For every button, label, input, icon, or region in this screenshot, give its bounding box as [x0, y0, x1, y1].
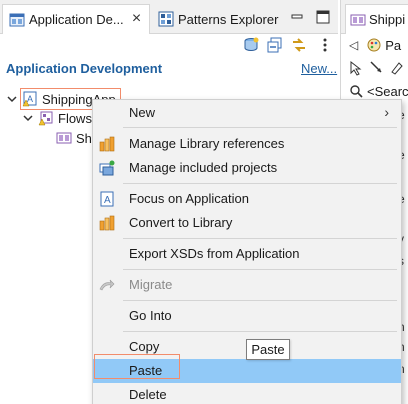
chevron-left-icon[interactable]: ◁ — [349, 38, 358, 52]
tab-shipping-editor[interactable]: Shippi — [345, 4, 408, 34]
palette-toolbar: ◁ Pa — [341, 34, 408, 56]
tree-item-message-flow[interactable]: Sh — [56, 128, 92, 148]
application-icon: A — [100, 191, 114, 207]
menu-item-label: Go Into — [129, 308, 172, 323]
palette-tools — [341, 57, 408, 79]
view-tab-bar: Application De... × Patterns Explorer — [0, 0, 338, 34]
menu-item-label: Export XSDs from Application — [129, 246, 300, 261]
menu-item-manage-included-projects[interactable]: Manage included projects — [93, 156, 401, 180]
new-application-icon[interactable] — [242, 36, 260, 54]
menu-item-migrate: Migrate — [93, 273, 401, 297]
palette-label: Pa — [385, 37, 402, 53]
menu-separator — [123, 300, 397, 301]
connection-tool-icon[interactable] — [369, 60, 385, 76]
migrate-icon — [99, 279, 115, 291]
menu-item-go-into[interactable]: Go Into — [93, 304, 401, 328]
paste-highlight-outline — [94, 354, 180, 379]
view-menu-icon[interactable] — [316, 36, 334, 54]
menu-item-delete[interactable]: Delete — [93, 383, 401, 404]
patterns-icon — [158, 11, 174, 27]
tree-item-label: Flows — [58, 110, 92, 126]
message-flow-icon — [56, 132, 72, 144]
folder-warning-icon — [38, 111, 53, 126]
menu-item-label: Convert to Library — [129, 215, 233, 230]
tab-patterns-explorer[interactable]: Patterns Explorer — [152, 4, 292, 34]
close-icon[interactable]: × — [130, 11, 143, 27]
menu-separator — [123, 269, 397, 270]
menu-item-manage-library-references[interactable]: Manage Library references — [93, 132, 401, 156]
svg-text:A: A — [104, 195, 111, 206]
maximize-icon[interactable] — [314, 8, 332, 26]
tab-label: Patterns Explorer — [178, 11, 279, 27]
tree-item-label: Sh — [76, 130, 92, 146]
chevron-right-icon: › — [384, 104, 389, 120]
chevron-down-icon[interactable] — [22, 112, 34, 124]
menu-item-label: Copy — [129, 339, 160, 354]
menu-separator — [123, 238, 397, 239]
palette-icon[interactable] — [366, 37, 382, 53]
menu-item-label: Manage Library references — [129, 136, 285, 151]
menu-separator — [123, 127, 397, 128]
menu-separator — [123, 331, 397, 332]
library-icon — [99, 136, 115, 152]
tab-label: Application De... — [29, 12, 124, 27]
tab-application-development[interactable]: Application De... × — [2, 4, 150, 34]
menu-item-export-xsds[interactable]: Export XSDs from Application — [93, 242, 401, 266]
link-with-editor-icon[interactable] — [290, 36, 308, 54]
menu-item-focus-on-application[interactable]: A Focus on Application — [93, 187, 401, 211]
menu-item-label: Manage included projects — [129, 160, 278, 175]
menu-item-convert-to-library[interactable]: Convert to Library — [93, 211, 401, 235]
tab-label: Shippi — [369, 12, 406, 27]
menu-item-label: Migrate — [129, 277, 173, 292]
tooltip: Paste — [246, 339, 290, 360]
svg-text:A: A — [27, 94, 33, 104]
menu-item-label: New — [129, 105, 156, 120]
search-icon — [350, 85, 363, 98]
search-input[interactable]: <Searc — [367, 84, 408, 99]
chevron-down-icon[interactable] — [6, 93, 18, 105]
menu-item-label: Delete — [129, 387, 167, 402]
application-development-icon — [9, 13, 25, 26]
new-link[interactable]: New... — [301, 61, 337, 76]
minimize-icon[interactable] — [288, 8, 306, 26]
menu-item-new[interactable]: New › — [93, 101, 401, 125]
menu-separator — [123, 183, 397, 184]
section-title: Application Development — [6, 61, 163, 76]
projects-icon — [99, 160, 115, 176]
right-tab-bar: Shippi — [341, 0, 408, 34]
marquee-tool-icon[interactable] — [389, 60, 405, 76]
library-icon — [99, 215, 115, 231]
tree-item-flows[interactable]: Flows — [22, 108, 92, 128]
selection-tool-icon[interactable] — [349, 60, 365, 76]
menu-item-label: Focus on Application — [129, 191, 249, 206]
application-warning-icon: A — [22, 91, 37, 107]
message-flow-icon — [350, 14, 366, 25]
collapse-all-icon[interactable] — [266, 36, 284, 54]
view-toolbar — [0, 34, 338, 56]
